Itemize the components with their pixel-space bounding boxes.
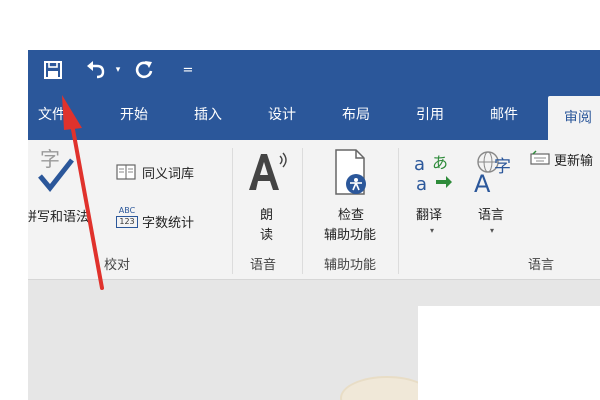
tab-home[interactable]: 开始: [112, 90, 156, 140]
svg-text:あ: あ: [432, 153, 448, 172]
language-group-label: 语言: [528, 258, 555, 273]
thesaurus-label: 同义词库: [142, 167, 195, 182]
chevron-down-icon: ▾: [115, 65, 121, 75]
check-accessibility-label-2: 辅助功能: [324, 228, 377, 243]
translate-icon: a あ a: [414, 153, 452, 194]
accessibility-check-icon: [335, 149, 366, 195]
save-button[interactable]: [40, 50, 66, 90]
translate-button[interactable]: a あ a 翻译 ▾: [406, 140, 462, 250]
read-aloud-label-2: 读: [260, 228, 274, 243]
redo-icon: [135, 61, 153, 79]
read-aloud-label-1: 朗: [260, 208, 274, 223]
thesaurus-icon: [116, 164, 136, 180]
tab-references[interactable]: 引用: [408, 90, 452, 140]
ribbon: 字 拼写和语法 同义词库 ABC 123 字数统计 校对 朗 读 语音 检查 辅…: [28, 140, 600, 280]
save-icon: [44, 61, 62, 79]
undo-button[interactable]: [82, 50, 110, 90]
undo-icon: [87, 61, 105, 79]
customize-icon: =: [182, 62, 194, 78]
spelling-check-icon: 字: [38, 147, 74, 192]
tab-mailings[interactable]: 邮件: [482, 90, 526, 140]
read-aloud-icon: [249, 152, 287, 190]
word-count-icon-nums: 123: [116, 216, 138, 228]
word-window: ▾ = 文件 开始 插入 设计 布局 引用 邮件 审阅 字 拼写和语法 同义词库…: [28, 0, 600, 400]
read-aloud-button[interactable]: 朗 读: [240, 140, 294, 250]
word-count-label: 字数统计: [142, 216, 195, 231]
language-button[interactable]: 字 A 语言 ▾: [466, 140, 522, 250]
word-count-icon: ABC 123: [116, 206, 138, 232]
tab-insert[interactable]: 插入: [186, 90, 230, 140]
tab-review[interactable]: 审阅: [548, 96, 600, 140]
word-count-button[interactable]: ABC 123 字数统计: [116, 206, 226, 234]
speech-group-label: 语音: [250, 258, 277, 273]
customize-toolbar-button[interactable]: =: [178, 50, 198, 90]
language-icon: 字 A: [474, 151, 511, 194]
language-label: 语言: [478, 208, 505, 223]
spelling-grammar-button[interactable]: 字 拼写和语法: [28, 140, 114, 250]
ribbon-tabs: 文件 开始 插入 设计 布局 引用 邮件 审阅: [28, 90, 600, 140]
svg-text:字: 字: [40, 147, 60, 171]
update-ime-label: 更新输: [554, 154, 594, 169]
tab-file[interactable]: 文件: [30, 90, 74, 140]
check-accessibility-label-1: 检查: [338, 208, 365, 223]
redo-button[interactable]: [132, 50, 158, 90]
group-divider: [302, 148, 303, 274]
check-accessibility-button[interactable]: 检查 辅助功能: [308, 140, 392, 250]
document-area[interactable]: [28, 280, 600, 400]
svg-text:a: a: [414, 154, 425, 175]
accessibility-group-label: 辅助功能: [324, 258, 377, 273]
tab-design[interactable]: 设计: [260, 90, 304, 140]
keyboard-icon: [530, 150, 550, 165]
word-count-icon-text: ABC: [118, 206, 136, 215]
undo-dropdown[interactable]: ▾: [112, 50, 124, 90]
document-page[interactable]: [418, 306, 600, 400]
proofing-group-label: 校对: [104, 258, 131, 273]
svg-text:A: A: [474, 170, 491, 194]
chevron-down-icon: ▾: [430, 226, 435, 235]
update-ime-dictionary-button[interactable]: 更新输: [528, 148, 600, 172]
spelling-grammar-label: 拼写和语法: [28, 210, 90, 225]
quick-access-toolbar: ▾ =: [28, 50, 600, 90]
thesaurus-button[interactable]: 同义词库: [116, 160, 226, 184]
top-margin: [28, 0, 600, 50]
chevron-down-icon: ▾: [490, 226, 495, 235]
tab-layout[interactable]: 布局: [334, 90, 378, 140]
group-divider: [398, 148, 399, 274]
translate-label: 翻译: [416, 208, 443, 223]
svg-text:字: 字: [494, 157, 511, 177]
group-divider: [232, 148, 233, 274]
svg-text:a: a: [416, 174, 427, 194]
